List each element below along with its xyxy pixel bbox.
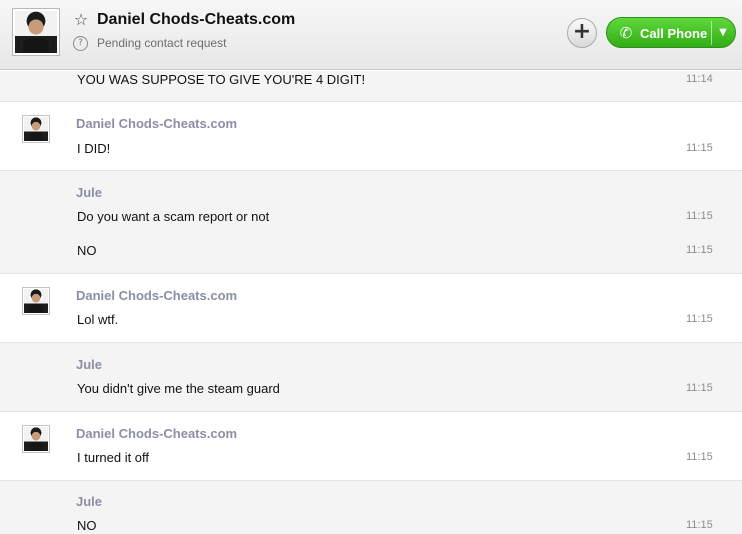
sender-name[interactable]: Daniel Chods-Cheats.com bbox=[76, 288, 237, 303]
message-group: Jule NO 11:15 bbox=[0, 481, 742, 534]
message-time: 11:14 bbox=[686, 73, 713, 85]
sender-name[interactable]: Daniel Chods-Cheats.com bbox=[76, 116, 237, 131]
message-text: Do you want a scam report or not bbox=[77, 209, 270, 224]
button-divider bbox=[711, 21, 712, 45]
message-time: 11:15 bbox=[686, 382, 713, 394]
star-icon[interactable]: ☆ bbox=[72, 11, 90, 29]
sender-avatar[interactable] bbox=[22, 287, 50, 315]
sender-name[interactable]: Jule bbox=[76, 185, 102, 200]
message-group: Daniel Chods-Cheats.com Lol wtf. 11:15 bbox=[0, 274, 742, 343]
message-time: 11:15 bbox=[686, 451, 713, 463]
add-participant-button[interactable]: + bbox=[567, 18, 597, 48]
message-text: I DID! bbox=[77, 141, 111, 156]
message-text: I turned it off bbox=[77, 450, 150, 465]
message-time: 11:15 bbox=[686, 519, 713, 531]
sender-avatar[interactable] bbox=[22, 425, 50, 453]
contact-avatar[interactable] bbox=[12, 8, 60, 56]
message-group: Daniel Chods-Cheats.com I DID! 11:15 bbox=[0, 102, 742, 171]
sender-name[interactable]: Daniel Chods-Cheats.com bbox=[76, 426, 237, 441]
message-text: You didn't give me the steam guard bbox=[77, 381, 280, 396]
message-text: NO bbox=[77, 243, 97, 258]
message-group: Jule Do you want a scam report or not 11… bbox=[0, 171, 742, 274]
sender-name[interactable]: Jule bbox=[76, 494, 102, 509]
contact-name[interactable]: Daniel Chods-Cheats.com bbox=[97, 11, 295, 29]
message-text: YOU WAS SUPPOSE TO GIVE YOU'RE 4 DIGIT! bbox=[77, 72, 366, 87]
message-time: 11:15 bbox=[686, 142, 713, 154]
message-group: YOU WAS SUPPOSE TO GIVE YOU'RE 4 DIGIT! … bbox=[0, 71, 742, 102]
sender-avatar[interactable] bbox=[22, 115, 50, 143]
contact-status: Pending contact request bbox=[97, 36, 227, 50]
sender-name[interactable]: Jule bbox=[76, 357, 102, 372]
call-phone-button[interactable]: ✆ Call Phone ▼ bbox=[606, 17, 736, 48]
message-group: Daniel Chods-Cheats.com I turned it off … bbox=[0, 412, 742, 481]
conversation-header: ☆ Daniel Chods-Cheats.com ? Pending cont… bbox=[0, 0, 742, 70]
phone-icon: ✆ bbox=[619, 24, 633, 42]
pending-request-icon: ? bbox=[73, 36, 88, 51]
chevron-down-icon[interactable]: ▼ bbox=[714, 24, 732, 42]
call-phone-label: Call Phone bbox=[640, 26, 708, 41]
message-group: Jule You didn't give me the steam guard … bbox=[0, 343, 742, 412]
message-time: 11:15 bbox=[686, 244, 713, 256]
message-text: Lol wtf. bbox=[77, 312, 119, 327]
message-time: 11:15 bbox=[686, 210, 713, 222]
message-text: NO bbox=[77, 518, 97, 533]
message-time: 11:15 bbox=[686, 313, 713, 325]
chat-transcript[interactable]: YOU WAS SUPPOSE TO GIVE YOU'RE 4 DIGIT! … bbox=[0, 71, 742, 534]
